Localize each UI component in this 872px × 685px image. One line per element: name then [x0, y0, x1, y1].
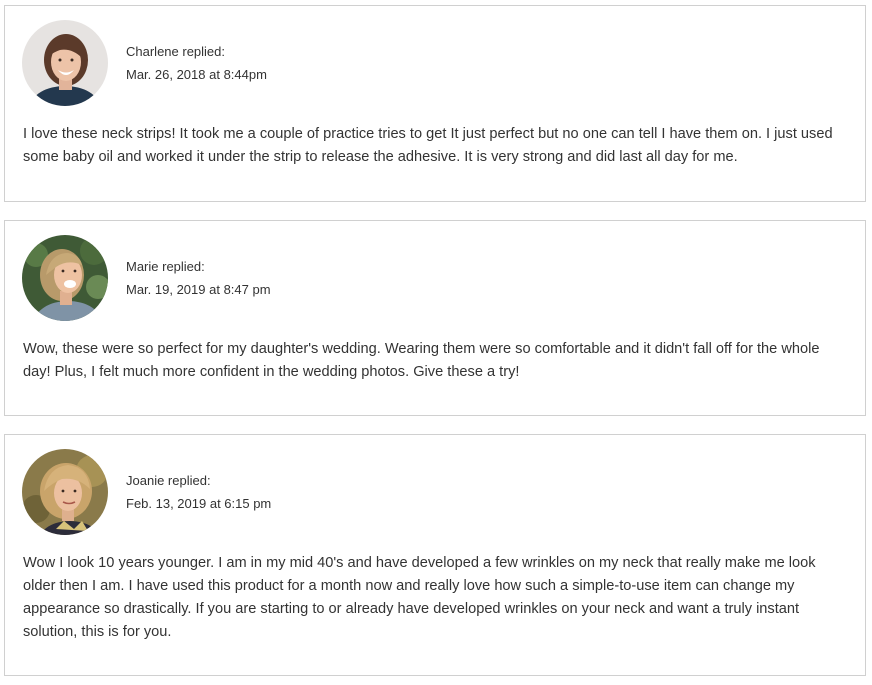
comment-timestamp: Mar. 26, 2018 at 8:44pm [126, 67, 267, 82]
comment-card: Joanie replied: Feb. 13, 2019 at 6:15 pm… [4, 434, 866, 676]
comment-timestamp: Mar. 19, 2019 at 8:47 pm [126, 282, 271, 297]
comment-card: Charlene replied: Mar. 26, 2018 at 8:44p… [4, 5, 866, 202]
comment-meta: Marie replied: Mar. 19, 2019 at 8:47 pm [126, 255, 271, 301]
avatar-marie-photo [22, 235, 108, 321]
comment-card: Marie replied: Mar. 19, 2019 at 8:47 pm … [4, 220, 866, 416]
avatar-charlene-photo [22, 20, 108, 106]
comment-meta: Joanie replied: Feb. 13, 2019 at 6:15 pm [126, 469, 271, 515]
avatar [22, 20, 108, 106]
comment-meta: Charlene replied: Mar. 26, 2018 at 8:44p… [126, 40, 267, 86]
avatar [22, 235, 108, 321]
comment-author: Charlene replied: [126, 44, 226, 59]
avatar [22, 449, 108, 535]
avatar-joanie-photo [22, 449, 108, 535]
comment-timestamp: Feb. 13, 2019 at 6:15 pm [126, 496, 272, 511]
comment-author: Marie replied: [126, 259, 205, 274]
comment-text: Wow, these were so perfect for my daught… [23, 341, 820, 380]
comment-text: Wow I look 10 years younger. I am in my … [23, 555, 816, 640]
comment-text: I love these neck strips! It took me a c… [23, 126, 833, 165]
comment-author: Joanie replied: [126, 473, 211, 488]
